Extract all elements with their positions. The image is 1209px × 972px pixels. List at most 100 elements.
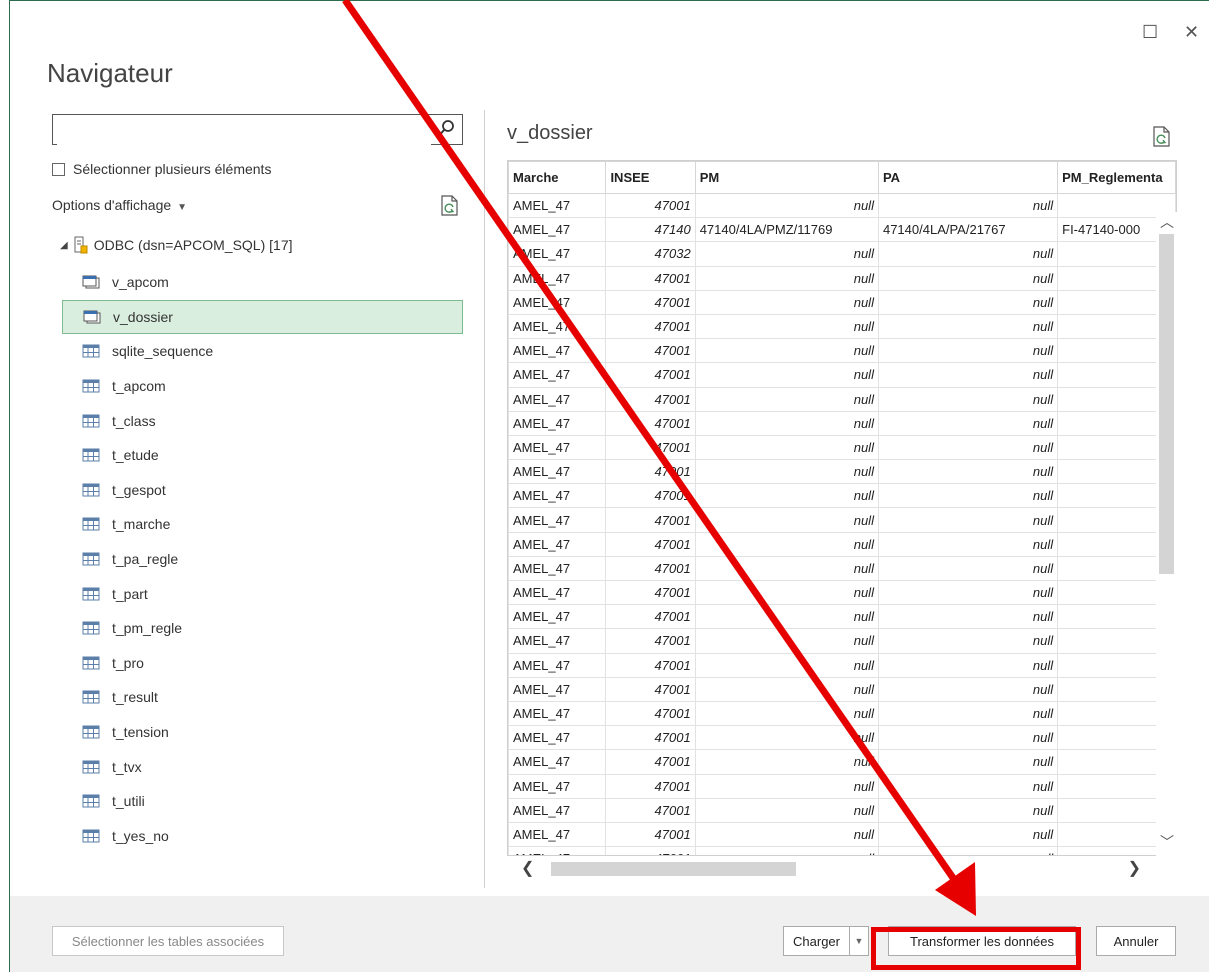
table-cell[interactable]: 47001 xyxy=(605,386,696,412)
table-row[interactable]: AMEL_4747001nullnull xyxy=(508,821,1176,848)
table-row[interactable]: AMEL_47 47140 47140/4LA/PMZ/11769 47140/4LA… xyxy=(508,217,1176,243)
scroll-left-icon[interactable]: ❮ xyxy=(521,858,534,878)
table-cell[interactable]: 47001 xyxy=(605,265,696,291)
table-cell[interactable]: AMEL_47 xyxy=(508,676,607,702)
table-cell[interactable]: null xyxy=(877,676,1059,702)
table-cell[interactable]: null xyxy=(877,846,1059,855)
close-button[interactable]: ✕ xyxy=(1184,22,1199,43)
multi-select-option[interactable]: Sélectionner plusieurs éléments xyxy=(52,161,271,177)
table-cell[interactable]: AMEL_47 xyxy=(508,386,607,412)
table-cell[interactable]: 47032 xyxy=(605,241,696,267)
tree-root-odbc[interactable]: ◢ ODBC (dsn=APCOM_SQL) [17] xyxy=(60,236,293,254)
table-row[interactable]: AMEL_4747001nullnull xyxy=(508,386,1176,412)
table-cell[interactable]: null xyxy=(877,797,1059,823)
table-cell[interactable]: 47001 xyxy=(605,604,696,630)
table-row[interactable]: AMEL_4747001nullnull xyxy=(508,459,1176,485)
table-cell[interactable]: AMEL_47 xyxy=(508,628,607,654)
table-cell[interactable]: null xyxy=(877,628,1059,654)
table-cell[interactable]: 47001 xyxy=(605,410,696,436)
table-row[interactable]: AMEL_4747001nullnull xyxy=(508,749,1176,775)
maximize-button[interactable]: ☐ xyxy=(1142,22,1158,43)
table-cell[interactable]: null xyxy=(694,700,879,727)
table-cell[interactable]: AMEL_47 xyxy=(508,265,607,291)
table-cell[interactable]: AMEL_47 xyxy=(508,338,607,364)
tree-item[interactable]: t_marche xyxy=(62,507,463,542)
table-cell[interactable]: null xyxy=(877,773,1059,799)
table-cell[interactable]: AMEL_47 xyxy=(508,289,607,315)
table-row[interactable]: AMEL_4747001nullnull xyxy=(508,725,1176,751)
table-cell[interactable]: AMEL_47 xyxy=(508,507,607,533)
refresh-preview-icon[interactable] xyxy=(1152,126,1172,148)
table-cell[interactable]: null xyxy=(877,555,1059,582)
table-cell[interactable]: AMEL_47 xyxy=(508,652,607,678)
table-cell[interactable]: 47140/4LA/PA/21767 xyxy=(877,217,1059,243)
table-cell[interactable]: null xyxy=(694,846,879,855)
table-cell[interactable]: null xyxy=(877,338,1059,364)
tree-item[interactable]: t_part xyxy=(62,576,463,611)
table-cell[interactable]: null xyxy=(694,725,879,751)
table-cell[interactable]: null xyxy=(694,362,879,388)
table-row[interactable]: AMEL_4747001nullnull xyxy=(508,338,1176,364)
table-row[interactable]: AMEL_4747001nullnull xyxy=(508,676,1176,702)
table-cell[interactable]: null xyxy=(694,579,879,606)
table-cell[interactable]: null xyxy=(694,628,879,654)
table-row[interactable]: AMEL_4747001nullnull xyxy=(508,773,1176,799)
table-cell[interactable]: AMEL_47 xyxy=(508,725,607,751)
table-cell[interactable]: AMEL_47 xyxy=(508,192,607,219)
search-icon[interactable] xyxy=(438,119,456,137)
horizontal-scroll-thumb[interactable] xyxy=(551,862,796,876)
table-cell[interactable]: null xyxy=(877,192,1059,219)
table-cell[interactable]: null xyxy=(694,749,879,775)
table-cell[interactable]: null xyxy=(877,313,1059,340)
table-cell[interactable]: 47001 xyxy=(605,459,696,485)
tree-item[interactable]: t_tvx xyxy=(62,749,463,784)
tree-item[interactable]: t_gespot xyxy=(62,473,463,508)
table-cell[interactable]: 47001 xyxy=(605,289,696,315)
table-cell[interactable]: null xyxy=(877,652,1059,678)
table-cell[interactable]: AMEL_47 xyxy=(508,700,607,727)
table-cell[interactable]: null xyxy=(694,797,879,823)
table-cell[interactable]: null xyxy=(694,386,879,412)
table-cell[interactable]: null xyxy=(694,652,879,678)
table-cell[interactable]: null xyxy=(694,313,879,340)
table-cell[interactable]: 47001 xyxy=(605,579,696,606)
table-cell[interactable]: null xyxy=(694,604,879,630)
table-row[interactable]: AMEL_4747001nullnull xyxy=(508,628,1176,654)
table-cell[interactable]: null xyxy=(694,289,879,315)
search-input[interactable] xyxy=(57,116,431,145)
scroll-right-icon[interactable]: ❯ xyxy=(1128,858,1141,878)
column-header[interactable]: PM_Reglementa xyxy=(1057,161,1176,194)
table-cell[interactable]: AMEL_47 xyxy=(508,579,607,606)
tree-item[interactable]: sqlite_sequence xyxy=(62,334,463,369)
table-cell[interactable]: null xyxy=(877,604,1059,630)
tree-item[interactable]: t_pro xyxy=(62,646,463,681)
table-cell[interactable]: null xyxy=(694,192,879,219)
horizontal-scrollbar[interactable]: ❮ ❯ xyxy=(507,858,1157,880)
table-row[interactable]: AMEL_4747001nullnull xyxy=(508,604,1176,630)
table-cell[interactable]: null xyxy=(877,579,1059,606)
table-cell[interactable]: 47001 xyxy=(605,821,696,848)
table-cell[interactable]: null xyxy=(877,289,1059,315)
table-cell[interactable]: null xyxy=(877,725,1059,751)
table-cell[interactable]: null xyxy=(877,700,1059,727)
multi-select-checkbox[interactable] xyxy=(52,162,65,176)
table-cell[interactable]: null xyxy=(877,483,1059,509)
table-cell[interactable]: AMEL_47 xyxy=(508,483,607,509)
table-cell[interactable]: 47001 xyxy=(605,749,696,775)
table-row[interactable]: AMEL_4747001nullnull xyxy=(508,313,1176,340)
table-cell[interactable]: 47001 xyxy=(605,797,696,823)
scroll-down-icon[interactable]: ﹀ xyxy=(1160,832,1174,852)
tree-item[interactable]: t_result xyxy=(62,680,463,715)
table-cell[interactable]: null xyxy=(694,410,879,436)
tree-item[interactable]: t_pa_regle xyxy=(62,542,463,577)
column-header[interactable]: Marche xyxy=(508,161,607,194)
scroll-up-icon[interactable]: ︿ xyxy=(1160,212,1174,232)
table-cell[interactable]: null xyxy=(694,773,879,799)
table-cell[interactable]: null xyxy=(694,241,879,267)
table-cell[interactable]: null xyxy=(694,821,879,848)
table-cell[interactable]: 47140/4LA/PMZ/11769 xyxy=(694,217,879,243)
table-cell[interactable]: AMEL_47 xyxy=(508,459,607,485)
table-cell[interactable]: null xyxy=(694,265,879,291)
table-cell[interactable]: AMEL_47 xyxy=(508,821,607,848)
table-cell[interactable]: 47001 xyxy=(605,676,696,702)
